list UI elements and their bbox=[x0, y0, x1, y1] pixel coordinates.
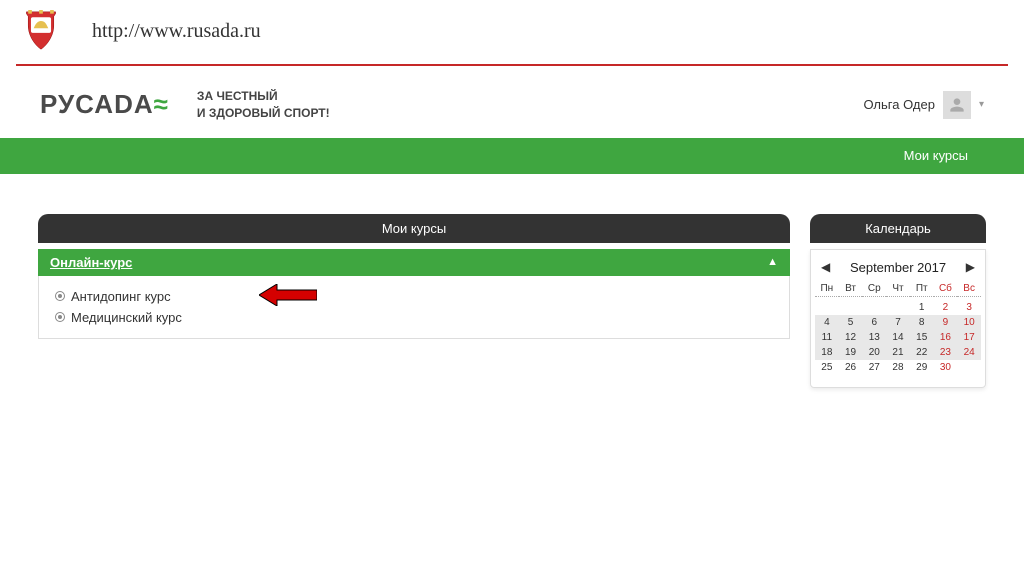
course-item-medical[interactable]: Медицинский курс bbox=[41, 307, 787, 328]
user-name: Ольга Одер bbox=[863, 97, 935, 112]
calendar-day[interactable]: 21 bbox=[886, 345, 910, 360]
logo-area: РУСАDA≈ ЗА ЧЕСТНЫЙ И ЗДОРОВЫЙ СПОРТ! bbox=[40, 88, 330, 122]
calendar-day[interactable]: 9 bbox=[934, 315, 958, 330]
calendar-grid: ПнВтСрЧтПтСбВс12345678910111213141516171… bbox=[815, 283, 981, 375]
calendar-month: September 2017 bbox=[850, 260, 946, 275]
logo-icon: ≈ bbox=[154, 89, 169, 119]
course-list: Антидопинг курс Медицинский курс bbox=[38, 276, 790, 339]
top-bar: http://www.rusada.ru bbox=[0, 0, 1024, 58]
courses-panel: Мои курсы Онлайн-курс ▲ Антидопинг курс … bbox=[38, 214, 790, 388]
calendar-day[interactable]: 18 bbox=[815, 345, 839, 360]
calendar-day-header: Ср bbox=[862, 283, 886, 297]
calendar-day[interactable]: 4 bbox=[815, 315, 839, 330]
section-title: Онлайн-курс bbox=[50, 255, 132, 270]
calendar-day bbox=[957, 360, 981, 375]
calendar-day[interactable]: 27 bbox=[862, 360, 886, 375]
calendar-day bbox=[886, 300, 910, 315]
calendar-day[interactable]: 6 bbox=[862, 315, 886, 330]
calendar-day[interactable]: 5 bbox=[839, 315, 863, 330]
calendar-day bbox=[862, 300, 886, 315]
red-arrow-icon bbox=[259, 284, 317, 306]
course-label: Антидопинг курс bbox=[71, 289, 171, 304]
calendar-day-header: Чт bbox=[886, 283, 910, 297]
chevron-down-icon: ▾ bbox=[979, 99, 984, 110]
calendar-day[interactable]: 13 bbox=[862, 330, 886, 345]
content: Мои курсы Онлайн-курс ▲ Антидопинг курс … bbox=[0, 174, 1024, 388]
calendar-day-header: Вс bbox=[957, 283, 981, 297]
region-emblem bbox=[20, 10, 62, 52]
calendar-day-header: Пт bbox=[910, 283, 934, 297]
calendar-day-header: Вт bbox=[839, 283, 863, 297]
url-text: http://www.rusada.ru bbox=[92, 20, 261, 43]
calendar-day[interactable]: 17 bbox=[957, 330, 981, 345]
logo[interactable]: РУСАDA≈ bbox=[40, 89, 169, 120]
calendar-day[interactable]: 29 bbox=[910, 360, 934, 375]
calendar-day bbox=[839, 300, 863, 315]
calendar-day-header: Пн bbox=[815, 283, 839, 297]
calendar-nav: ◀ September 2017 ▶ bbox=[815, 256, 981, 283]
calendar-day[interactable]: 10 bbox=[957, 315, 981, 330]
avatar bbox=[943, 91, 971, 119]
calendar-day[interactable]: 20 bbox=[862, 345, 886, 360]
calendar-day[interactable]: 8 bbox=[910, 315, 934, 330]
calendar-day[interactable]: 26 bbox=[839, 360, 863, 375]
logo-suffix: A bbox=[134, 89, 154, 119]
calendar-day[interactable]: 2 bbox=[934, 300, 958, 315]
calendar-day[interactable]: 25 bbox=[815, 360, 839, 375]
calendar-day[interactable]: 11 bbox=[815, 330, 839, 345]
calendar-day[interactable]: 7 bbox=[886, 315, 910, 330]
calendar-day bbox=[815, 300, 839, 315]
calendar-day[interactable]: 16 bbox=[934, 330, 958, 345]
panel-header-calendar: Календарь bbox=[810, 214, 986, 243]
calendar-day[interactable]: 3 bbox=[957, 300, 981, 315]
calendar-day[interactable]: 28 bbox=[886, 360, 910, 375]
calendar-day-header: Сб bbox=[934, 283, 958, 297]
calendar-day[interactable]: 23 bbox=[934, 345, 958, 360]
calendar-day[interactable]: 24 bbox=[957, 345, 981, 360]
calendar-day[interactable]: 22 bbox=[910, 345, 934, 360]
calendar-day[interactable]: 12 bbox=[839, 330, 863, 345]
calendar: ◀ September 2017 ▶ ПнВтСрЧтПтСбВс1234567… bbox=[810, 249, 986, 388]
next-month-button[interactable]: ▶ bbox=[966, 260, 975, 274]
calendar-panel: Календарь ◀ September 2017 ▶ ПнВтСрЧтПтС… bbox=[810, 214, 986, 388]
bullet-icon bbox=[55, 291, 65, 301]
prev-month-button[interactable]: ◀ bbox=[821, 260, 830, 274]
calendar-day[interactable]: 1 bbox=[910, 300, 934, 315]
section-online-course[interactable]: Онлайн-курс ▲ bbox=[38, 249, 790, 276]
panel-header-courses: Мои курсы bbox=[38, 214, 790, 243]
course-item-antidoping[interactable]: Антидопинг курс bbox=[41, 286, 787, 307]
collapse-icon: ▲ bbox=[767, 256, 778, 268]
site-header: РУСАDA≈ ЗА ЧЕСТНЫЙ И ЗДОРОВЫЙ СПОРТ! Оль… bbox=[0, 66, 1024, 130]
calendar-day[interactable]: 15 bbox=[910, 330, 934, 345]
calendar-day[interactable]: 19 bbox=[839, 345, 863, 360]
main-nav: Мои курсы bbox=[0, 138, 1024, 174]
bullet-icon bbox=[55, 312, 65, 322]
slogan: ЗА ЧЕСТНЫЙ И ЗДОРОВЫЙ СПОРТ! bbox=[197, 88, 330, 122]
user-menu[interactable]: Ольга Одер ▾ bbox=[863, 91, 984, 119]
calendar-day[interactable]: 30 bbox=[934, 360, 958, 375]
nav-my-courses[interactable]: Мои курсы bbox=[904, 148, 968, 163]
course-label: Медицинский курс bbox=[71, 310, 182, 325]
calendar-day[interactable]: 14 bbox=[886, 330, 910, 345]
